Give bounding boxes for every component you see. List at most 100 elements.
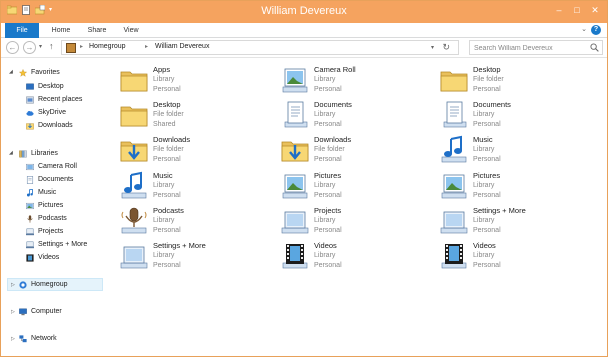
documents-library-icon	[280, 100, 310, 130]
item-name: Apps	[153, 65, 171, 74]
refresh-icon[interactable]: ↻	[442, 42, 450, 53]
tab-view[interactable]: View	[117, 23, 145, 38]
collapse-icon[interactable]: ◢	[9, 69, 13, 75]
podcasts-library-icon	[27, 215, 33, 223]
tile-podcasts[interactable]: Podcasts Library Personal	[113, 204, 271, 237]
expand-icon[interactable]: ▷	[11, 309, 15, 315]
videos-library-icon	[280, 241, 310, 271]
tile-documents[interactable]: Documents Library Personal	[433, 98, 591, 131]
minimize-button[interactable]: –	[551, 3, 567, 17]
music-library-icon	[439, 135, 469, 165]
pictures-library-icon	[439, 171, 469, 201]
item-location: Personal	[473, 191, 501, 199]
music-library-icon	[26, 189, 33, 197]
item-type: File folder	[153, 146, 184, 154]
tile-pictures[interactable]: Pictures Library Personal	[433, 169, 591, 202]
tile-camera-roll[interactable]: Camera Roll Library Personal	[274, 63, 432, 96]
downloads-folder-icon	[119, 135, 149, 165]
item-name: Documents	[314, 100, 352, 110]
nav-label: Pictures	[38, 202, 64, 209]
breadcrumb-homegroup[interactable]: Homegroup	[89, 43, 126, 50]
address-bar-row: ← → ▾ ↑ ▸ Homegroup ▸ William Devereux ▾…	[1, 38, 607, 58]
nav-label: Homegroup	[31, 281, 68, 288]
window-controls: – □ ✕	[551, 3, 603, 17]
network-icon	[19, 335, 27, 343]
expand-icon[interactable]: ▷	[11, 282, 15, 288]
item-name: Settings + More	[473, 205, 526, 215]
tile-desktop[interactable]: Desktop File folder Shared	[113, 98, 271, 131]
star-icon	[19, 69, 27, 77]
nav-label: Downloads	[38, 122, 73, 129]
collapse-icon[interactable]: ◢	[9, 150, 13, 156]
item-name: Music	[153, 170, 173, 180]
item-location: Personal	[314, 262, 342, 269]
tile-desktop[interactable]: Desktop File folder Personal	[433, 63, 591, 96]
item-type: File folder	[473, 76, 504, 83]
tile-settings-more[interactable]: Settings + More Library Personal	[433, 204, 591, 237]
tile-pictures[interactable]: Pictures Library Personal	[274, 169, 432, 202]
title-bar[interactable]: ▾ William Devereux – □ ✕	[1, 1, 607, 23]
tile-settings-more[interactable]: Settings + More Library Personal	[113, 239, 271, 272]
search-input[interactable]	[474, 42, 586, 54]
item-location: Personal	[153, 191, 181, 199]
pictures-library-icon	[280, 65, 310, 95]
expand-icon[interactable]: ▷	[11, 336, 15, 342]
item-location: Personal	[314, 191, 342, 199]
tile-videos[interactable]: Videos Library Personal	[433, 239, 591, 272]
tile-music[interactable]: Music Library Personal	[433, 133, 591, 166]
item-name: Downloads	[314, 135, 352, 145]
tile-videos[interactable]: Videos Library Personal	[274, 239, 432, 272]
library-icon	[26, 241, 34, 249]
item-name: Projects	[314, 205, 342, 215]
item-name: Videos	[314, 241, 337, 250]
tab-home[interactable]: Home	[46, 23, 76, 38]
help-icon[interactable]: ?	[591, 25, 601, 35]
nav-label: Recent places	[38, 96, 83, 103]
item-type: Library	[314, 216, 336, 224]
pictures-library-icon	[26, 163, 34, 171]
pictures-library-icon	[280, 171, 310, 201]
back-button[interactable]: ←	[6, 41, 19, 54]
close-button[interactable]: ✕	[587, 3, 603, 17]
window-title: William Devereux	[261, 5, 347, 17]
homegroup-icon	[19, 281, 27, 289]
breadcrumb-separator-icon[interactable]: ▸	[145, 43, 148, 50]
item-type: Library	[153, 216, 175, 224]
search-icon[interactable]	[590, 43, 599, 52]
search-box[interactable]	[469, 40, 603, 55]
downloads-folder-icon	[280, 135, 310, 165]
address-dropdown-icon[interactable]: ▾	[431, 44, 434, 51]
item-location: Shared	[153, 121, 176, 129]
ribbon-tabs: File Home Share View ⌄ ?	[1, 23, 607, 38]
tile-downloads[interactable]: Downloads File folder Personal	[274, 133, 432, 166]
nav-label: Projects	[38, 228, 64, 235]
computer-icon	[19, 308, 27, 316]
tile-documents[interactable]: Documents Library Personal	[274, 98, 432, 131]
breadcrumb-separator-icon[interactable]: ▸	[80, 43, 83, 50]
item-location: Personal	[473, 226, 501, 234]
item-type: Library	[314, 181, 336, 189]
up-button[interactable]: ↑	[49, 41, 54, 51]
nav-label: Documents	[38, 176, 74, 183]
item-type: Library	[314, 252, 336, 259]
item-location: Personal	[473, 156, 501, 164]
tile-downloads[interactable]: Downloads File folder Personal	[113, 133, 271, 166]
nav-label: Libraries	[31, 150, 58, 157]
tile-apps[interactable]: Apps Library Personal	[113, 63, 271, 96]
tab-share[interactable]: Share	[82, 23, 112, 38]
nav-label: Network	[31, 335, 57, 342]
expand-ribbon-icon[interactable]: ⌄	[581, 25, 587, 33]
item-type: Library	[473, 111, 495, 119]
item-type: File folder	[153, 111, 184, 119]
tile-projects[interactable]: Projects Library Personal	[274, 204, 432, 237]
tab-file[interactable]: File	[5, 23, 39, 38]
forward-button[interactable]: →	[23, 41, 36, 54]
tile-music[interactable]: Music Library Personal	[113, 169, 271, 202]
address-bar[interactable]: ▸ Homegroup ▸ William Devereux ▾ ↻	[61, 40, 459, 55]
item-location: Personal	[153, 262, 181, 269]
maximize-button[interactable]: □	[569, 3, 585, 17]
recent-locations-icon[interactable]: ▾	[39, 43, 42, 50]
nav-label: Settings + More	[38, 241, 88, 248]
item-location: Personal	[314, 86, 342, 93]
breadcrumb-current[interactable]: William Devereux	[155, 43, 209, 50]
